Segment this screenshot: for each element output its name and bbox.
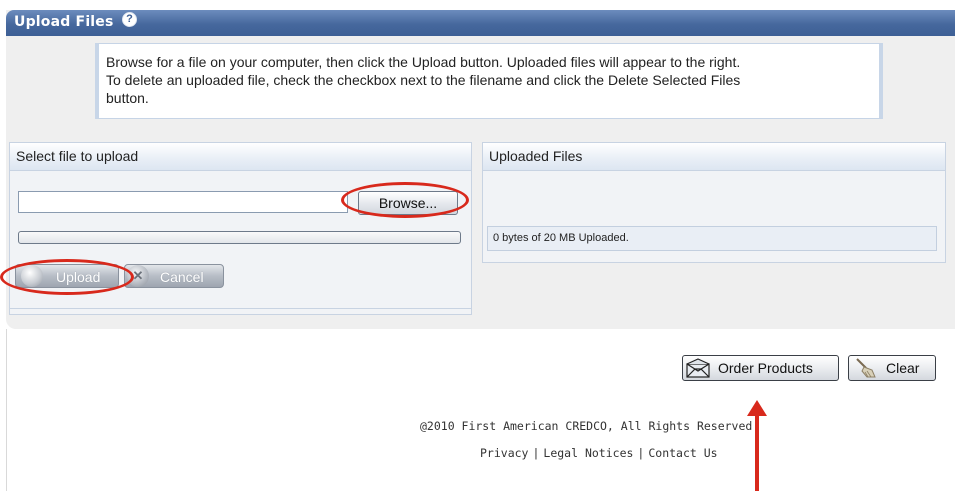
instructions-line-3: button. [106,90,149,106]
section-divider [10,308,471,309]
file-path-input[interactable] [18,191,348,213]
page-left-rule [6,329,7,491]
help-icon[interactable]: ? [122,12,137,27]
annotation-circle-browse [341,182,469,218]
order-products-label: Order Products [718,360,813,376]
cancel-button-label: Cancel [160,269,204,285]
broom-icon [856,358,876,378]
page-title: Upload Files [14,14,114,30]
footer-links: Privacy | Legal Notices | Contact Us [480,446,718,460]
footer-separator: | [532,446,540,460]
annotation-circle-upload [0,259,134,295]
instructions-line-1: Browse for a file on your computer, then… [106,54,741,70]
copyright-text: @2010 First American CREDCO, All Rights … [420,419,760,433]
footer-separator: | [637,446,645,460]
annotation-arrow-shaft [755,414,759,491]
uploaded-files-heading: Uploaded Files [483,143,945,171]
clear-label: Clear [886,360,920,376]
privacy-link[interactable]: Privacy [480,446,528,460]
contact-us-link[interactable]: Contact Us [648,446,717,460]
instructions-line-2: To delete an uploaded file, check the ch… [106,72,741,88]
annotation-arrow-head [747,400,767,416]
upload-progress-bar [18,231,461,244]
upload-quota-status: 0 bytes of 20 MB Uploaded. [487,226,937,251]
panel-title-bar [6,10,955,36]
select-file-heading: Select file to upload [10,143,471,171]
envelope-icon [686,358,710,378]
instructions-text: Browse for a file on your computer, then… [106,53,876,107]
legal-notices-link[interactable]: Legal Notices [543,446,633,460]
